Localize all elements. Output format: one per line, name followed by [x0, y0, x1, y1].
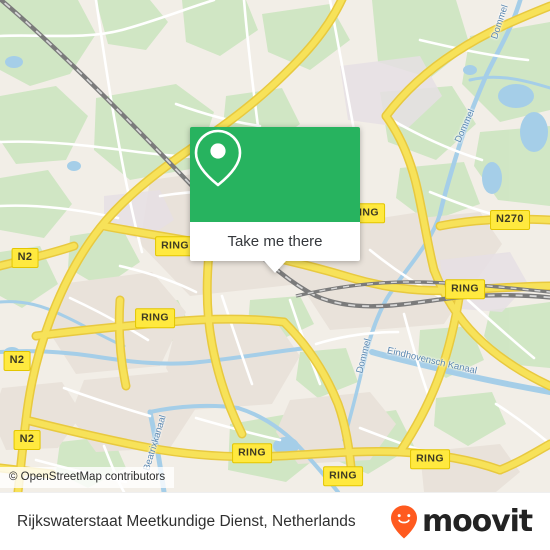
- road-shield-ring-10: RING: [323, 466, 363, 486]
- road-shield-n2-6: N2: [3, 351, 31, 371]
- place-popup[interactable]: Take me there: [190, 127, 360, 273]
- moovit-logo[interactable]: moovit: [389, 503, 533, 540]
- road-shield-ring-9: RING: [410, 449, 450, 469]
- place-title: Rijkswaterstaat Meetkundige Dienst, Neth…: [17, 512, 356, 530]
- osm-attribution[interactable]: © OpenStreetMap contributors: [0, 467, 175, 488]
- road-shield-ring-8: RING: [232, 443, 272, 463]
- take-me-there-button[interactable]: Take me there: [190, 222, 360, 261]
- moovit-wordmark: moovit: [421, 503, 533, 539]
- moovit-place-card: Dommel Dommel Dommel Eindhovensch Kanaal Bea…: [0, 0, 550, 550]
- map-pin-icon: [194, 129, 242, 187]
- moovit-pin-smiley-icon: [390, 505, 417, 538]
- road-shield-n2-7: N2: [13, 430, 41, 450]
- road-shield-ring-5: RING: [135, 308, 175, 328]
- popup-image-header: [190, 127, 360, 222]
- road-shield-n270-3: N270: [490, 210, 530, 230]
- footer-bar: Rijkswaterstaat Meetkundige Dienst, Neth…: [0, 492, 550, 550]
- popup-tail: [264, 261, 286, 273]
- road-shield-ring-4: RING: [445, 279, 485, 299]
- map-canvas[interactable]: Dommel Dommel Dommel Eindhovensch Kanaal Bea…: [0, 0, 550, 492]
- road-shield-ring-1: RING: [155, 236, 195, 256]
- take-me-there-label: Take me there: [227, 233, 323, 250]
- road-shield-n2-0: N2: [11, 248, 39, 268]
